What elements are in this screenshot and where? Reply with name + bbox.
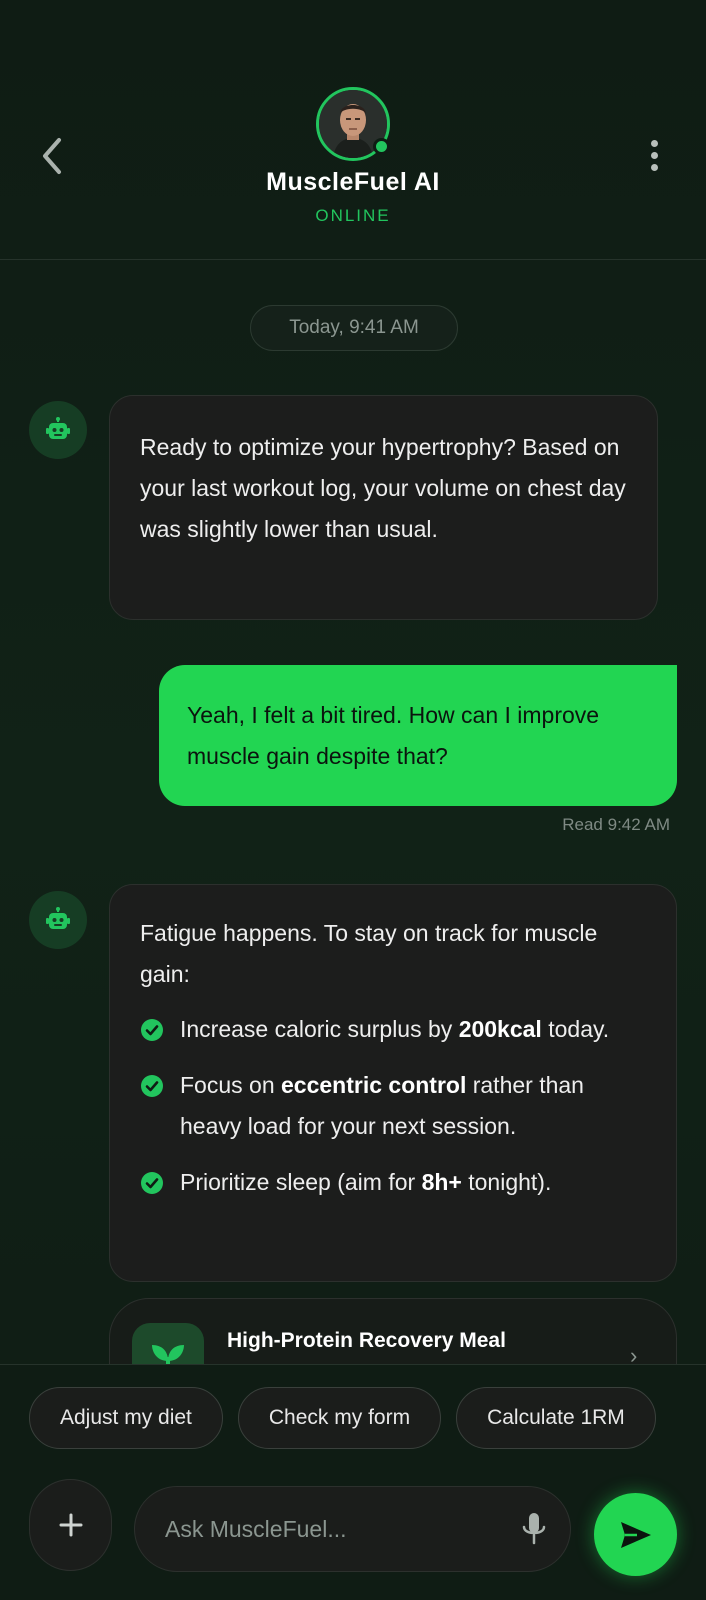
online-status-label: ONLINE — [315, 206, 391, 225]
check-circle-icon — [141, 1172, 163, 1194]
date-separator: Today, 9:41 AM — [250, 305, 458, 351]
suggestion-chips: Adjust my diet Check my form Calculate 1… — [29, 1387, 656, 1449]
chat-title: MuscleFuel AI — [266, 168, 440, 196]
user-message-bubble: Yeah, I felt a bit tired. How can I impr… — [159, 665, 677, 806]
robot-icon — [46, 417, 70, 439]
message-text: Yeah, I felt a bit tired. How can I impr… — [187, 702, 600, 769]
read-receipt: Read 9:42 AM — [562, 815, 670, 834]
online-status-dot — [373, 138, 390, 155]
chat-screen: MuscleFuel AI ONLINE Today, 9:41 AM Read… — [0, 0, 706, 1600]
suggestion-chip-check-form[interactable]: Check my form — [237, 1387, 442, 1449]
card-title: High-Protein Recovery Meal — [227, 1329, 506, 1352]
bot-message-bubble: Ready to optimize your hypertrophy? Base… — [109, 395, 658, 620]
suggestion-chip-adjust-diet[interactable]: Adjust my diet — [29, 1387, 223, 1449]
more-vertical-icon — [650, 139, 658, 147]
bot-avatar — [29, 891, 87, 949]
bot-profile-avatar[interactable] — [316, 87, 390, 161]
microphone-icon[interactable] — [519, 1511, 549, 1547]
bot-message-bubble: Fatigue happens. To stay on track for mu… — [109, 884, 677, 1282]
message-input-container — [134, 1486, 571, 1572]
list-item: Prioritize sleep (aim for 8h+ tonight). — [140, 1162, 646, 1203]
more-options-button[interactable] — [634, 130, 674, 180]
send-icon — [620, 1521, 651, 1548]
chat-header: MuscleFuel AI ONLINE — [0, 0, 706, 260]
tips-list: Increase caloric surplus by 200kcal toda… — [140, 1009, 646, 1203]
list-item: Increase caloric surplus by 200kcal toda… — [140, 1009, 646, 1050]
plus-icon — [59, 1513, 82, 1537]
message-text: Ready to optimize your hypertrophy? Base… — [140, 434, 626, 542]
list-item: Focus on eccentric control rather than h… — [140, 1065, 646, 1147]
check-circle-icon — [141, 1075, 163, 1097]
message-intro: Fatigue happens. To stay on track for mu… — [140, 920, 598, 987]
robot-icon — [46, 907, 70, 929]
composer-area: Adjust my diet Check my form Calculate 1… — [0, 1364, 706, 1600]
send-button[interactable] — [594, 1493, 677, 1576]
message-input[interactable] — [165, 1487, 495, 1571]
bot-avatar — [29, 401, 87, 459]
check-circle-icon — [141, 1019, 163, 1041]
attach-button[interactable] — [29, 1479, 112, 1571]
suggestion-chip-calculate-1rm[interactable]: Calculate 1RM — [456, 1387, 656, 1449]
